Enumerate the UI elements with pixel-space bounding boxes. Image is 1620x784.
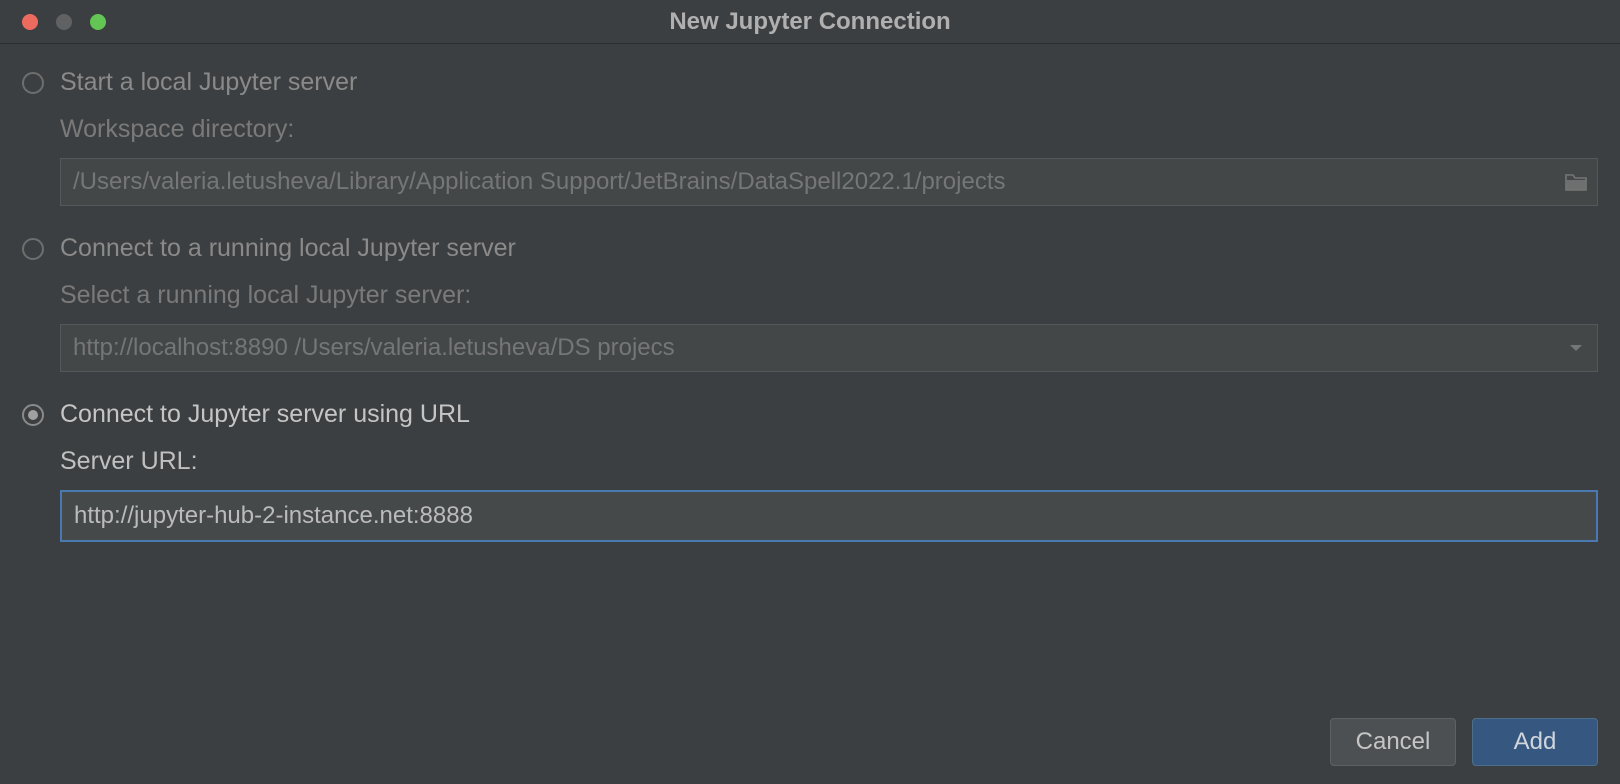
server-url-input[interactable]: [62, 492, 1596, 540]
option-start-local: Start a local Jupyter server Workspace d…: [22, 68, 1598, 206]
close-icon[interactable]: [22, 14, 38, 30]
select-running-server-field[interactable]: [60, 324, 1598, 372]
workspace-directory-input[interactable]: [61, 159, 1555, 205]
browse-folder-icon[interactable]: [1555, 172, 1597, 192]
minimize-icon[interactable]: [56, 14, 72, 30]
radio-start-local[interactable]: [22, 72, 44, 94]
server-url-field[interactable]: [60, 490, 1598, 542]
select-running-server-label: Select a running local Jupyter server:: [60, 281, 1598, 310]
radio-label-connect-running: Connect to a running local Jupyter serve…: [60, 234, 516, 263]
workspace-directory-label: Workspace directory:: [60, 115, 1598, 144]
workspace-directory-field: [60, 158, 1598, 206]
radio-connect-running[interactable]: [22, 238, 44, 260]
dialog-content: Start a local Jupyter server Workspace d…: [0, 44, 1620, 542]
radio-row-connect-running[interactable]: Connect to a running local Jupyter serve…: [22, 234, 1598, 263]
dropdown-arrow-icon[interactable]: [1555, 343, 1597, 353]
window-title: New Jupyter Connection: [0, 8, 1620, 36]
select-running-server-input: [61, 325, 1555, 371]
radio-label-start-local: Start a local Jupyter server: [60, 68, 357, 97]
radio-row-connect-url[interactable]: Connect to Jupyter server using URL: [22, 400, 1598, 429]
radio-row-start-local[interactable]: Start a local Jupyter server: [22, 68, 1598, 97]
radio-connect-url[interactable]: [22, 404, 44, 426]
option-connect-running: Connect to a running local Jupyter serve…: [22, 234, 1598, 372]
server-url-label: Server URL:: [60, 447, 1598, 476]
radio-label-connect-url: Connect to Jupyter server using URL: [60, 400, 470, 429]
maximize-icon[interactable]: [90, 14, 106, 30]
dialog-footer: Cancel Add: [1330, 718, 1598, 766]
add-button[interactable]: Add: [1472, 718, 1598, 766]
titlebar: New Jupyter Connection: [0, 0, 1620, 44]
option-connect-url: Connect to Jupyter server using URL Serv…: [22, 400, 1598, 542]
window-controls: [0, 14, 106, 30]
cancel-button[interactable]: Cancel: [1330, 718, 1456, 766]
